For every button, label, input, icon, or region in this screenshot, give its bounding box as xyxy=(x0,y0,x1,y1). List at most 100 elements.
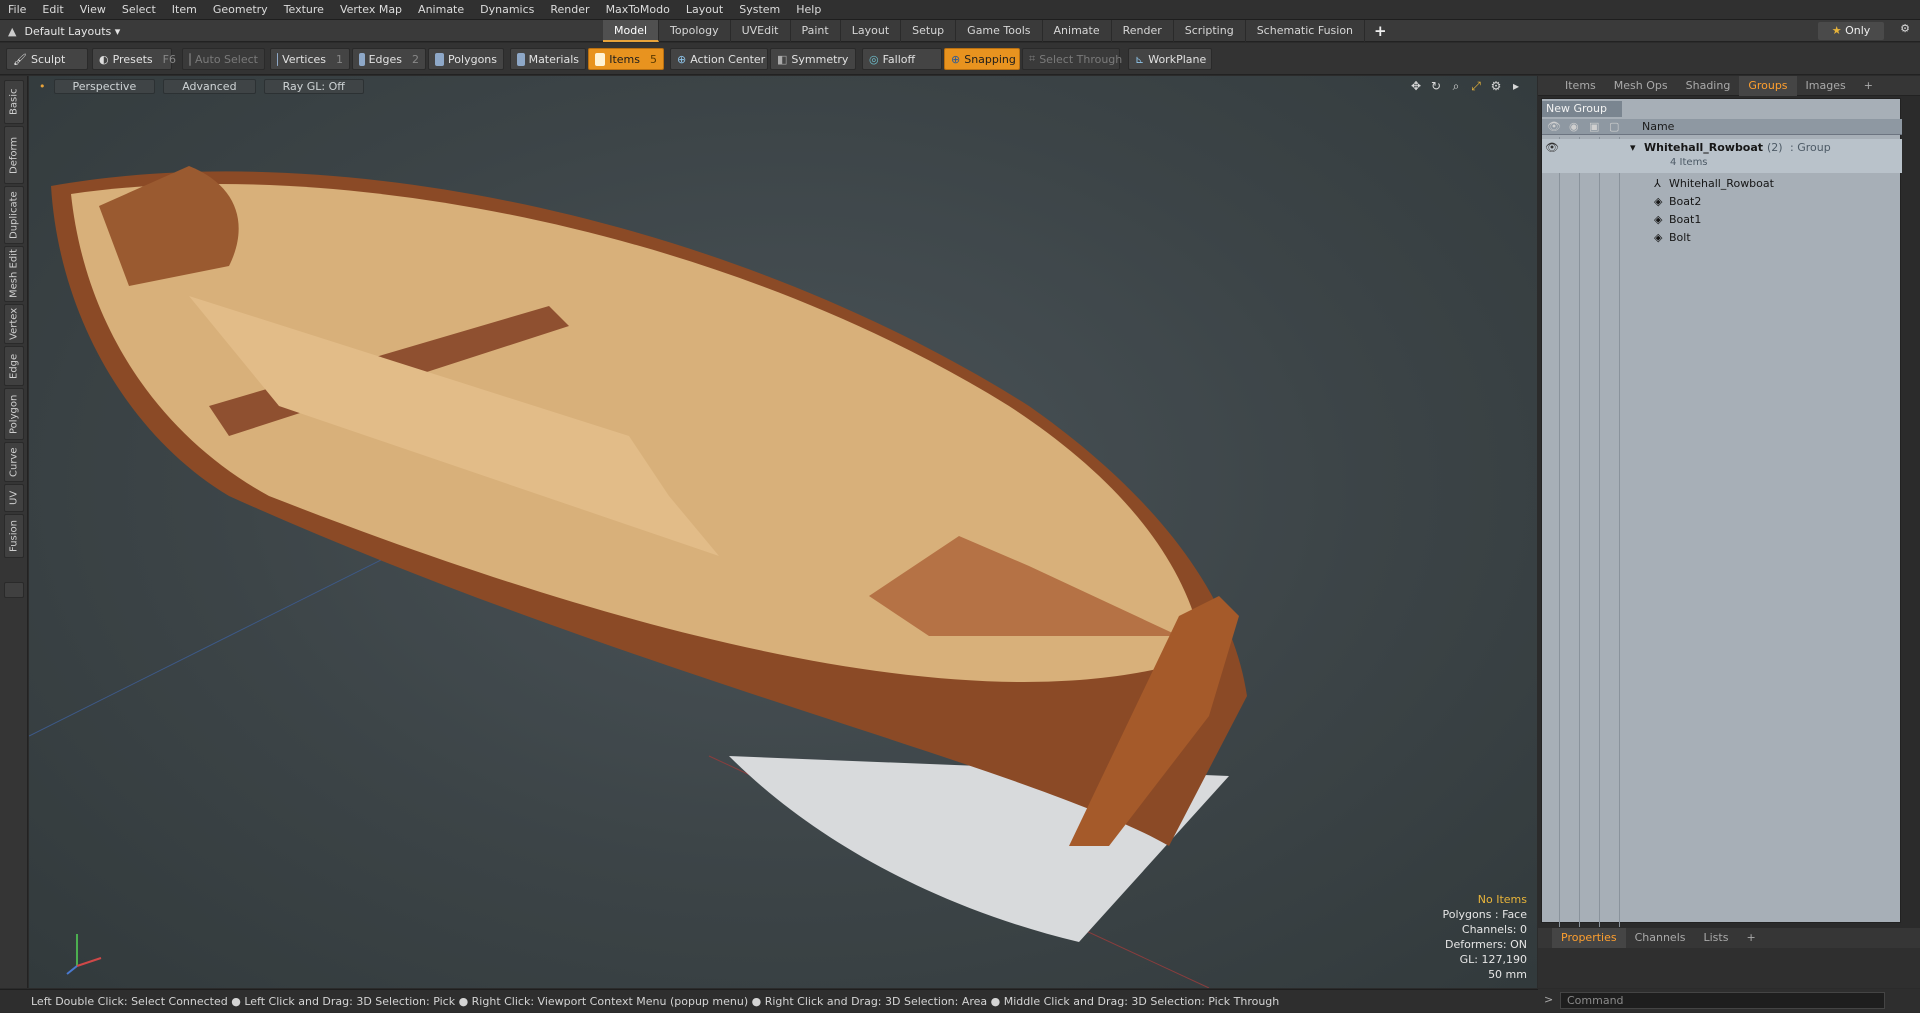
presets-button[interactable]: ◐ Presets F6 xyxy=(92,48,176,70)
new-group-button[interactable]: New Group xyxy=(1542,101,1622,117)
tab-model[interactable]: Model xyxy=(603,20,660,42)
viewport-gear-icon[interactable]: ⚙ xyxy=(1489,79,1503,93)
name-column-label: Name xyxy=(1642,120,1675,133)
move-view-icon[interactable]: ✥ xyxy=(1409,79,1423,93)
bottom-tab-properties[interactable]: Properties xyxy=(1552,928,1626,948)
menu-item-vertex-map[interactable]: Vertex Map xyxy=(332,0,410,20)
menu-item-view[interactable]: View xyxy=(72,0,114,20)
group-child-row[interactable]: ◈ Boat2 xyxy=(1542,193,1902,211)
panel-tabs: Items Mesh Ops Shading Groups Images + xyxy=(1538,75,1920,96)
tab-schematic-fusion[interactable]: Schematic Fusion xyxy=(1246,20,1366,42)
tab-scripting[interactable]: Scripting xyxy=(1174,20,1246,42)
lock-icon[interactable]: ▣ xyxy=(1589,120,1599,133)
edges-count: 2 xyxy=(412,52,419,66)
layout-toggle-icon[interactable]: ▲ xyxy=(8,25,16,38)
left-tab-vertex[interactable]: Vertex xyxy=(4,304,24,344)
auto-select-button[interactable]: Auto Select xyxy=(182,48,265,70)
tab-animate[interactable]: Animate xyxy=(1043,20,1112,42)
menu-item-file[interactable]: File xyxy=(0,0,34,20)
raygl-toggle[interactable]: Ray GL: Off xyxy=(263,78,364,94)
left-tab-basic[interactable]: Basic xyxy=(4,80,24,124)
fit-view-icon[interactable]: ⤢ xyxy=(1469,79,1483,93)
left-tab-polygon[interactable]: Polygon xyxy=(4,388,24,440)
gear-icon[interactable]: ⚙ xyxy=(1895,22,1915,40)
add-tab-icon[interactable]: + xyxy=(1365,20,1396,42)
left-tab-uv[interactable]: UV xyxy=(4,484,24,512)
tab-setup[interactable]: Setup xyxy=(901,20,957,42)
bottom-tab-channels[interactable]: Channels xyxy=(1626,928,1695,948)
tab-uvedit[interactable]: UVEdit xyxy=(731,20,791,42)
sculpt-button[interactable]: 🖌 Sculpt xyxy=(6,48,88,70)
edges-button[interactable]: Edges 2 xyxy=(352,48,426,70)
action-center-button[interactable]: ⊕ Action Center xyxy=(670,48,768,70)
locator-icon: ⅄ xyxy=(1654,177,1661,190)
snapping-button[interactable]: ⊕ Snapping xyxy=(944,48,1020,70)
left-tab-deform[interactable]: Deform xyxy=(4,126,24,184)
properties-area xyxy=(1538,948,1920,988)
menu-item-dynamics[interactable]: Dynamics xyxy=(472,0,542,20)
symmetry-button[interactable]: ◧ Symmetry xyxy=(770,48,856,70)
polygons-button[interactable]: Polygons xyxy=(428,48,504,70)
group-row[interactable]: 👁 ▾ Whitehall_Rowboat (2) : Group 4 Item… xyxy=(1542,139,1902,173)
select-icon[interactable]: ▢ xyxy=(1609,120,1619,133)
symmetry-icon: ◧ xyxy=(777,52,788,66)
stat-gl: GL: 127,190 xyxy=(1459,953,1527,966)
panel-tab-shading[interactable]: Shading xyxy=(1677,76,1740,96)
3d-viewport[interactable]: • Perspective Advanced Ray GL: Off ✥ ↻ ⌕… xyxy=(29,76,1537,988)
panel-tab-mesh-ops[interactable]: Mesh Ops xyxy=(1605,76,1677,96)
tab-layout[interactable]: Layout xyxy=(841,20,902,42)
falloff-button[interactable]: ◎ Falloff xyxy=(862,48,942,70)
tab-game-tools[interactable]: Game Tools xyxy=(956,20,1043,42)
menu-item-layout[interactable]: Layout xyxy=(678,0,731,20)
group-child-row[interactable]: ⅄ Whitehall_Rowboat xyxy=(1542,175,1902,193)
perspective-dropdown[interactable]: Perspective xyxy=(53,78,156,94)
panel-tab-images[interactable]: Images xyxy=(1797,76,1855,96)
left-tab-edge[interactable]: Edge xyxy=(4,346,24,386)
shading-dropdown[interactable]: Advanced xyxy=(163,78,256,94)
menu-item-select[interactable]: Select xyxy=(114,0,164,20)
vertices-icon xyxy=(277,52,279,66)
left-tab-curve[interactable]: Curve xyxy=(4,442,24,482)
menu-item-help[interactable]: Help xyxy=(788,0,829,20)
left-tab-duplicate[interactable]: Duplicate xyxy=(4,186,24,244)
only-toggle[interactable]: ★ Only xyxy=(1818,22,1884,40)
menu-item-system[interactable]: System xyxy=(731,0,788,20)
layouts-dropdown[interactable]: Default Layouts ▾ xyxy=(24,25,120,38)
group-type: : Group xyxy=(1790,141,1831,154)
tab-render[interactable]: Render xyxy=(1112,20,1174,42)
command-input[interactable]: Command xyxy=(1560,992,1885,1009)
bottom-tab-add[interactable]: + xyxy=(1737,928,1764,948)
items-button[interactable]: Items 5 xyxy=(588,48,664,70)
vertices-button[interactable]: Vertices 1 xyxy=(270,48,350,70)
panel-tab-items[interactable]: Items xyxy=(1556,76,1605,96)
zoom-icon[interactable]: ⌕ xyxy=(1449,79,1463,93)
left-tab-collapse[interactable] xyxy=(4,582,24,598)
menu-item-render[interactable]: Render xyxy=(542,0,597,20)
row-eye-icon[interactable]: 👁 xyxy=(1545,139,1559,157)
viewport-menu-dot[interactable]: • xyxy=(39,80,46,93)
menu-item-item[interactable]: Item xyxy=(164,0,205,20)
left-tab-fusion[interactable]: Fusion xyxy=(4,514,24,558)
materials-button[interactable]: Materials xyxy=(510,48,586,70)
tab-paint[interactable]: Paint xyxy=(791,20,841,42)
group-icon: ▾ xyxy=(1630,141,1636,154)
tab-topology[interactable]: Topology xyxy=(659,20,731,42)
group-child-row[interactable]: ◈ Bolt xyxy=(1542,229,1902,247)
select-through-button[interactable]: ⌗ Select Through xyxy=(1022,48,1122,70)
visibility-eye-icon[interactable]: 👁 xyxy=(1547,120,1561,133)
menu-item-maxtomodo[interactable]: MaxToModo xyxy=(598,0,678,20)
workplane-button[interactable]: ⊾ WorkPlane xyxy=(1128,48,1212,70)
render-icon[interactable]: ◉ xyxy=(1569,120,1579,133)
group-child-row[interactable]: ◈ Boat1 xyxy=(1542,211,1902,229)
lock-column xyxy=(1582,137,1600,927)
menu-item-animate[interactable]: Animate xyxy=(410,0,472,20)
menu-item-geometry[interactable]: Geometry xyxy=(205,0,276,20)
panel-tab-add[interactable]: + xyxy=(1855,76,1882,96)
expand-arrow-icon[interactable]: ▸ xyxy=(1509,79,1523,93)
menu-item-edit[interactable]: Edit xyxy=(34,0,71,20)
left-tab-mesh-edit[interactable]: Mesh Edit xyxy=(4,246,24,302)
bottom-tab-lists[interactable]: Lists xyxy=(1695,928,1738,948)
panel-tab-groups[interactable]: Groups xyxy=(1739,75,1797,96)
menu-item-texture[interactable]: Texture xyxy=(276,0,332,20)
rotate-view-icon[interactable]: ↻ xyxy=(1429,79,1443,93)
